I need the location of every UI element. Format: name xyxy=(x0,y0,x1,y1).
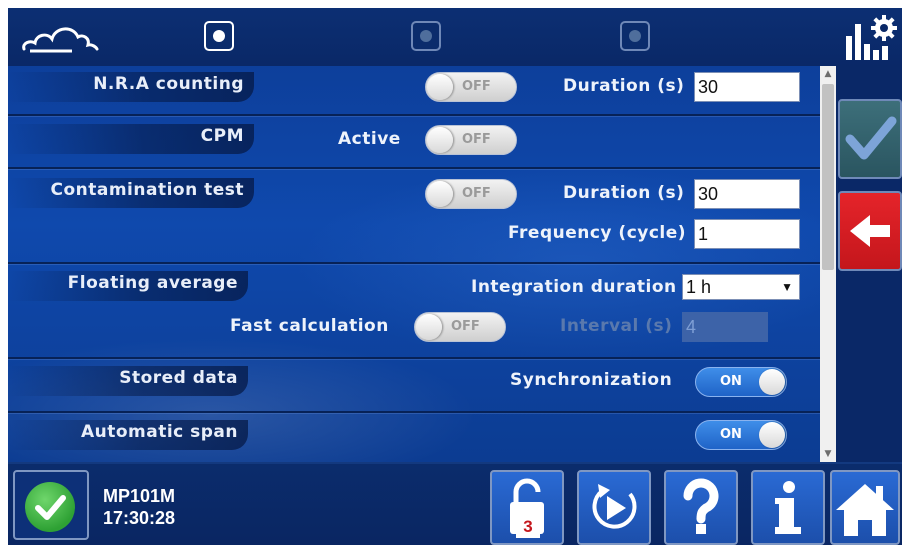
nra-duration-input[interactable]: 30 xyxy=(694,72,800,102)
chart-gear-icon[interactable] xyxy=(842,14,898,62)
contamination-duration-label: Duration (s) xyxy=(563,183,685,203)
contamination-test-toggle[interactable]: OFF xyxy=(425,179,517,209)
row-divider xyxy=(8,167,820,169)
toggle-knob xyxy=(759,369,785,395)
row-divider xyxy=(8,357,820,359)
toggle-state: OFF xyxy=(462,186,491,201)
toggle-state: OFF xyxy=(462,79,491,94)
contamination-frequency-input[interactable]: 1 xyxy=(694,219,800,249)
nra-counting-tag: N.R.A counting xyxy=(8,72,254,102)
page-indicator-2[interactable] xyxy=(411,21,441,51)
nra-counting-toggle[interactable]: OFF xyxy=(425,72,517,102)
home-button[interactable] xyxy=(830,470,900,545)
synchronization-label: Synchronization xyxy=(510,370,673,390)
select-value: 1 h xyxy=(686,277,712,297)
side-action-column xyxy=(836,66,902,462)
info-icon xyxy=(775,481,801,534)
cycle-play-button[interactable] xyxy=(577,470,651,545)
back-button[interactable] xyxy=(838,191,902,271)
device-screen: N.R.A counting OFF Duration (s) 30 CPM A… xyxy=(8,8,902,545)
interval-label: Interval (s) xyxy=(560,316,673,336)
integration-duration-label: Integration duration xyxy=(471,277,677,297)
integration-duration-select[interactable]: 1 h ▼ xyxy=(682,274,800,300)
row-divider xyxy=(8,114,820,116)
toggle-state: ON xyxy=(720,374,742,389)
interval-input: 4 xyxy=(682,312,768,342)
scrollbar[interactable]: ▲ ▼ xyxy=(820,66,836,462)
status-indicator[interactable] xyxy=(13,470,89,540)
scroll-up-icon[interactable]: ▲ xyxy=(820,66,836,82)
status-ok-icon xyxy=(25,482,75,532)
stored-data-tag: Stored data xyxy=(8,366,248,396)
scrollbar-thumb[interactable] xyxy=(822,84,834,270)
fast-calculation-toggle[interactable]: OFF xyxy=(414,312,506,342)
scroll-down-icon[interactable]: ▼ xyxy=(820,446,836,462)
help-icon xyxy=(683,478,719,534)
cloud-logo-icon xyxy=(22,27,99,53)
home-icon xyxy=(836,484,894,536)
contamination-frequency-label: Frequency (cycle) xyxy=(508,223,687,243)
check-icon xyxy=(845,116,897,160)
toggle-knob xyxy=(759,422,785,448)
floating-average-tag: Floating average xyxy=(8,271,248,301)
unlock-button[interactable]: 3 xyxy=(490,470,564,545)
toggle-state: OFF xyxy=(462,132,491,147)
lock-level-badge: 3 xyxy=(516,516,540,538)
device-name: MP101M xyxy=(103,486,176,506)
synchronization-toggle[interactable]: ON xyxy=(695,367,787,397)
row-divider xyxy=(8,262,820,264)
toggle-knob xyxy=(427,74,453,100)
toggle-knob xyxy=(416,314,442,340)
toggle-knob xyxy=(427,181,453,207)
row-divider xyxy=(8,411,820,413)
device-time: 17:30:28 xyxy=(103,508,176,528)
contamination-test-tag: Contamination test xyxy=(8,178,254,208)
page-indicator-1[interactable] xyxy=(204,21,234,51)
toggle-knob xyxy=(427,127,453,153)
back-arrow-icon xyxy=(850,215,890,247)
chevron-down-icon: ▼ xyxy=(781,280,793,294)
nra-duration-label: Duration (s) xyxy=(563,76,685,96)
fast-calculation-label: Fast calculation xyxy=(230,316,389,336)
confirm-button[interactable] xyxy=(838,99,902,179)
cpm-tag: CPM xyxy=(8,124,254,154)
help-button[interactable] xyxy=(664,470,738,545)
play-cycle-icon xyxy=(592,484,637,529)
toggle-state: OFF xyxy=(451,319,480,334)
contamination-duration-input[interactable]: 30 xyxy=(694,179,800,209)
settings-panel: N.R.A counting OFF Duration (s) 30 CPM A… xyxy=(8,66,820,462)
page-indicator-3[interactable] xyxy=(620,21,650,51)
top-bar xyxy=(8,8,902,66)
toggle-state: ON xyxy=(720,427,742,442)
cpm-active-label: Active xyxy=(338,129,401,149)
info-button[interactable] xyxy=(751,470,825,545)
automatic-span-tag: Automatic span xyxy=(8,420,248,450)
automatic-span-toggle[interactable]: ON xyxy=(695,420,787,450)
cpm-active-toggle[interactable]: OFF xyxy=(425,125,517,155)
bottom-bar: MP101M 17:30:28 3 xyxy=(8,462,902,545)
